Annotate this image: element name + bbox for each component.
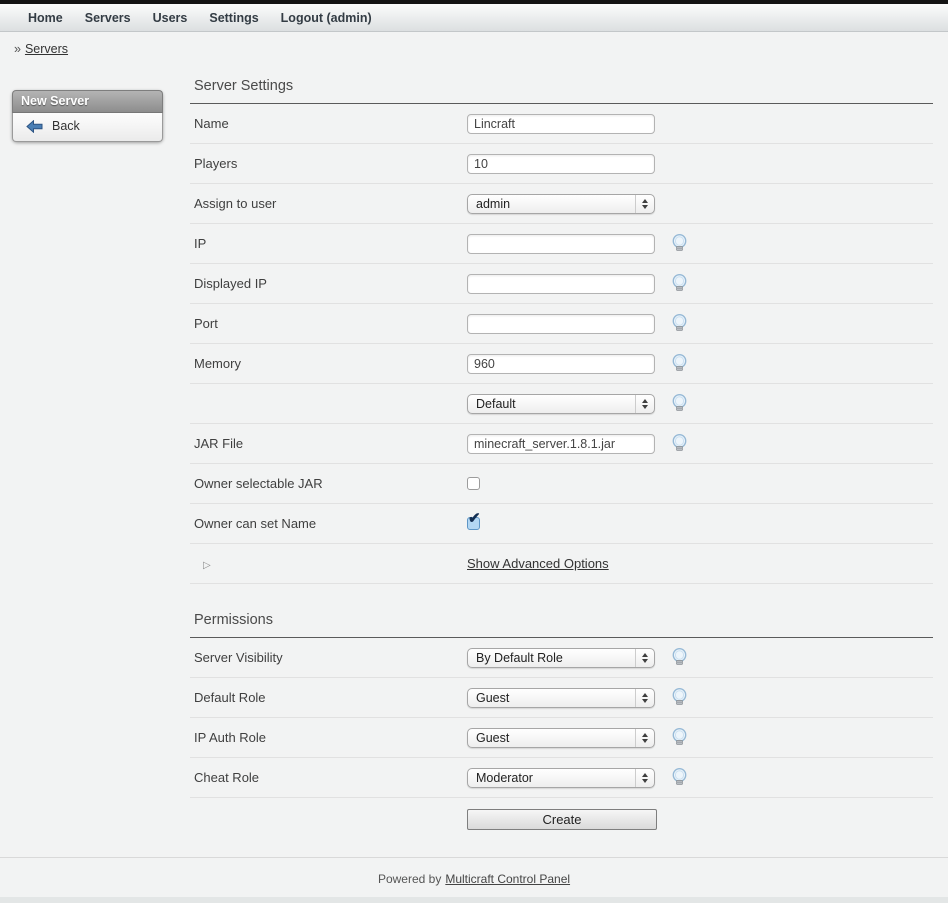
server-settings-title: Server Settings	[194, 78, 933, 94]
show-advanced-options-link[interactable]: Show Advanced Options	[467, 556, 609, 571]
jar-file-input[interactable]	[467, 434, 655, 454]
port-label: Port	[194, 316, 467, 331]
help-bulb-icon[interactable]	[672, 394, 687, 413]
footer-text: Powered by	[378, 872, 441, 886]
help-bulb-icon[interactable]	[672, 234, 687, 253]
ip-auth-role-label: IP Auth Role	[194, 730, 467, 745]
select-arrows-icon	[635, 769, 654, 787]
ip-auth-role-row: IP Auth Role Guest	[190, 718, 933, 758]
cheat-role-row: Cheat Role Moderator	[190, 758, 933, 798]
ip-auth-role-select[interactable]: Guest	[467, 728, 655, 748]
sidebar-body: Back	[12, 113, 163, 142]
memory-preset-row: Default	[190, 384, 933, 424]
nav-item-settings[interactable]: Settings	[209, 11, 258, 25]
create-row: Create	[190, 798, 933, 843]
displayed-ip-row: Displayed IP	[190, 264, 933, 304]
ip-input[interactable]	[467, 234, 655, 254]
page-footer: Powered by Multicraft Control Panel	[0, 857, 948, 886]
sidebar-title: New Server	[12, 90, 163, 113]
back-button[interactable]: Back	[21, 119, 154, 133]
players-input[interactable]	[467, 154, 655, 174]
select-arrows-icon	[635, 195, 654, 213]
name-input[interactable]	[467, 114, 655, 134]
memory-label: Memory	[194, 356, 467, 371]
displayed-ip-input[interactable]	[467, 274, 655, 294]
help-bulb-icon[interactable]	[672, 314, 687, 333]
nav-item-servers[interactable]: Servers	[85, 11, 131, 25]
ip-row: IP	[190, 224, 933, 264]
select-value: By Default Role	[468, 651, 563, 665]
memory-row: Memory	[190, 344, 933, 384]
owner-selectable-jar-checkbox[interactable]: ✔	[467, 477, 480, 490]
help-bulb-icon[interactable]	[672, 688, 687, 707]
ip-label: IP	[194, 236, 467, 251]
help-bulb-icon[interactable]	[672, 768, 687, 787]
back-arrow-icon	[26, 120, 43, 133]
select-arrows-icon	[635, 649, 654, 667]
jar-file-label: JAR File	[194, 436, 467, 451]
server-visibility-label: Server Visibility	[194, 650, 467, 665]
nav-item-logout[interactable]: Logout (admin)	[281, 11, 372, 25]
breadcrumb-servers-link[interactable]: Servers	[25, 42, 68, 56]
players-label: Players	[194, 156, 467, 171]
select-arrows-icon	[635, 729, 654, 747]
assign-to-user-select[interactable]: admin	[467, 194, 655, 214]
default-role-select[interactable]: Guest	[467, 688, 655, 708]
owner-can-set-name-label: Owner can set Name	[194, 516, 467, 531]
expand-triangle-icon[interactable]: ▷	[194, 560, 211, 571]
jar-file-row: JAR File	[190, 424, 933, 464]
cheat-role-select[interactable]: Moderator	[467, 768, 655, 788]
back-label: Back	[52, 119, 80, 133]
owner-can-set-name-row: Owner can set Name ✔	[190, 504, 933, 544]
main-form: Server Settings Name Players Assign to u…	[190, 78, 933, 843]
breadcrumb-marker: »	[14, 42, 21, 56]
nav-item-users[interactable]: Users	[153, 11, 188, 25]
memory-input[interactable]	[467, 354, 655, 374]
select-arrows-icon	[635, 689, 654, 707]
select-value: Guest	[468, 731, 509, 745]
help-bulb-icon[interactable]	[672, 354, 687, 373]
multicraft-link[interactable]: Multicraft Control Panel	[445, 872, 570, 886]
create-button[interactable]: Create	[467, 809, 657, 830]
players-row: Players	[190, 144, 933, 184]
sidebar-panel: New Server Back	[12, 90, 163, 142]
assign-to-user-label: Assign to user	[194, 196, 467, 211]
select-value: admin	[468, 197, 510, 211]
advanced-options-row: ▷ Show Advanced Options	[190, 544, 933, 584]
bottom-strip	[0, 897, 948, 903]
help-bulb-icon[interactable]	[672, 648, 687, 667]
port-row: Port	[190, 304, 933, 344]
select-value: Moderator	[468, 771, 533, 785]
name-label: Name	[194, 116, 467, 131]
server-visibility-select[interactable]: By Default Role	[467, 648, 655, 668]
default-role-row: Default Role Guest	[190, 678, 933, 718]
memory-preset-select[interactable]: Default	[467, 394, 655, 414]
permissions-title: Permissions	[194, 612, 933, 628]
owner-selectable-jar-label: Owner selectable JAR	[194, 476, 467, 491]
select-arrows-icon	[635, 395, 654, 413]
check-mark: ✔	[468, 511, 481, 526]
name-row: Name	[190, 104, 933, 144]
cheat-role-label: Cheat Role	[194, 770, 467, 785]
help-bulb-icon[interactable]	[672, 728, 687, 747]
help-bulb-icon[interactable]	[672, 434, 687, 453]
assign-to-user-row: Assign to user admin	[190, 184, 933, 224]
default-role-label: Default Role	[194, 690, 467, 705]
main-navbar: Home Servers Users Settings Logout (admi…	[0, 4, 948, 32]
select-value: Guest	[468, 691, 509, 705]
displayed-ip-label: Displayed IP	[194, 276, 467, 291]
help-bulb-icon[interactable]	[672, 274, 687, 293]
owner-selectable-jar-row: Owner selectable JAR ✔	[190, 464, 933, 504]
nav-item-home[interactable]: Home	[28, 11, 63, 25]
select-value: Default	[468, 397, 516, 411]
server-visibility-row: Server Visibility By Default Role	[190, 638, 933, 678]
port-input[interactable]	[467, 314, 655, 334]
owner-can-set-name-checkbox[interactable]: ✔	[467, 517, 480, 530]
breadcrumb: » Servers	[0, 32, 948, 58]
